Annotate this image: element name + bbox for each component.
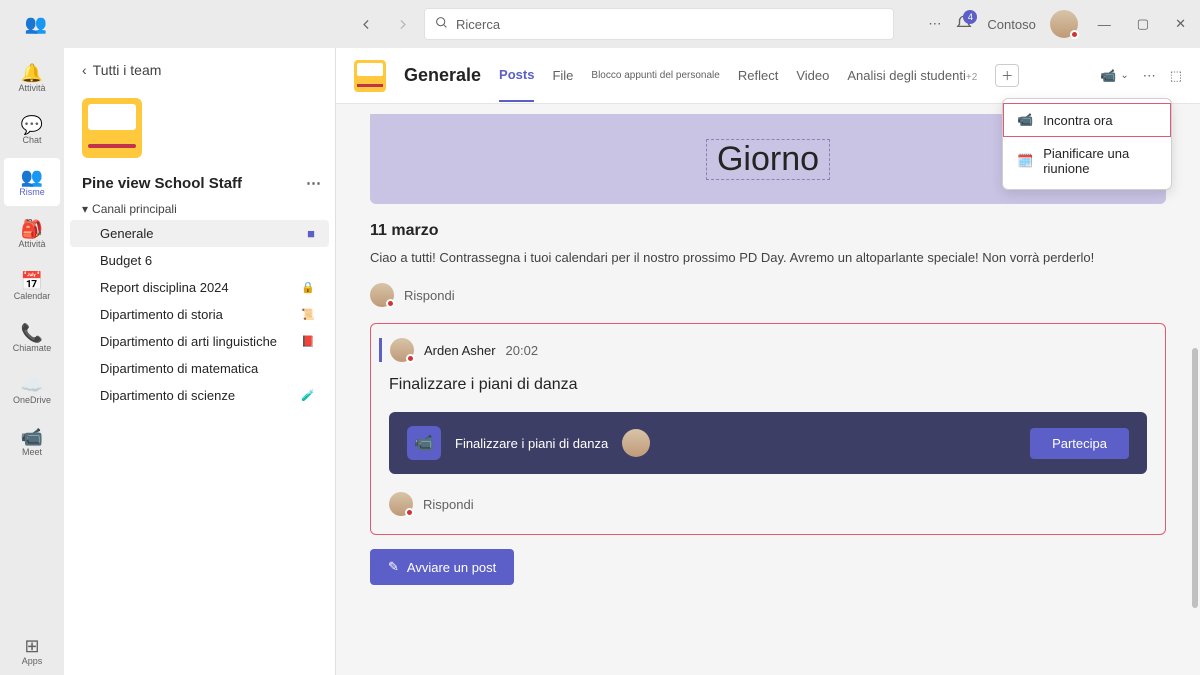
reply-button[interactable]: Rispondi <box>370 279 1166 311</box>
emoji-icon: 📕 <box>301 335 315 348</box>
reply-button[interactable]: Rispondi <box>389 488 1147 520</box>
new-post-button[interactable]: ✎ Avviare un post <box>370 549 514 585</box>
tab-reflect[interactable]: Reflect <box>738 50 778 101</box>
channel-icon <box>354 60 386 92</box>
scrollbar[interactable] <box>1192 348 1198 608</box>
channel-more-icon[interactable]: ⋯ <box>1143 68 1156 84</box>
reply-avatar <box>389 492 413 516</box>
more-icon[interactable]: ⋯ <box>928 16 941 32</box>
back-to-teams[interactable]: ‹ Tutti i team <box>64 48 335 92</box>
user-avatar[interactable] <box>1050 10 1078 38</box>
open-panel-icon[interactable]: ⬚ <box>1170 68 1182 84</box>
rail-onedrive[interactable]: ☁️OneDrive <box>4 366 60 414</box>
rail-apps[interactable]: ⊞Apps <box>4 627 60 675</box>
channel-matematica[interactable]: Dipartimento di matematica <box>70 355 329 382</box>
notification-count: 4 <box>963 10 977 24</box>
team-more-icon[interactable]: ⋯ <box>306 174 321 192</box>
channel-linguistiche[interactable]: Dipartimento di arti linguistiche📕 <box>70 328 329 355</box>
rail-meet[interactable]: 📹Meet <box>4 418 60 466</box>
emoji-icon: 🧪 <box>301 389 315 402</box>
team-avatar[interactable] <box>82 98 142 158</box>
chevron-left-icon: ‹ <box>82 62 87 78</box>
add-tab-icon[interactable]: ＋ <box>995 64 1019 87</box>
schedule-meeting-item[interactable]: 🗓️ Pianificare una riunione <box>1003 137 1171 185</box>
channel-report[interactable]: Report disciplina 2024🔒 <box>70 274 329 301</box>
caret-down-icon: ▾ <box>82 202 88 216</box>
channels-section[interactable]: ▾ Canali principali <box>64 198 335 220</box>
window-maximize[interactable]: ▢ <box>1131 10 1155 38</box>
channel-scienze[interactable]: Dipartimento di scienze🧪 <box>70 382 329 409</box>
rail-assignments[interactable]: 🎒Attività <box>4 210 60 258</box>
bell-icon: 🔔 <box>21 64 43 82</box>
channel-title: Generale <box>404 65 481 86</box>
search-input[interactable]: Ricerca <box>424 8 894 40</box>
post-2-thread: Arden Asher 20:02 Finalizzare i piani di… <box>370 323 1166 535</box>
phone-icon: 📞 <box>21 324 43 342</box>
search-placeholder: Ricerca <box>456 17 500 32</box>
search-icon <box>435 16 448 32</box>
meet-dropdown: 📹 Incontra ora 🗓️ Pianificare una riunio… <box>1002 98 1172 190</box>
activity-bell-icon[interactable]: 4 <box>955 14 973 35</box>
lock-icon: 🔒 <box>301 281 315 294</box>
people-icon: 👥 <box>21 168 43 186</box>
join-button[interactable]: Partecipa <box>1030 428 1129 459</box>
rail-calendar[interactable]: 📅Calendar <box>4 262 60 310</box>
video-icon: 📹 <box>1100 68 1116 84</box>
emoji-icon: 📜 <box>301 308 315 321</box>
author-avatar <box>390 338 414 362</box>
video-icon: 📹 <box>407 426 441 460</box>
nav-forward[interactable] <box>388 10 416 38</box>
post-title: Finalizzare i piani di danza <box>389 376 1147 394</box>
team-name: Pine view School Staff <box>82 175 242 192</box>
teams-logo-icon: 👥 <box>25 14 47 35</box>
bag-icon: 🎒 <box>21 220 43 238</box>
nav-back[interactable] <box>352 10 380 38</box>
video-icon: 📹 <box>21 428 43 446</box>
channel-budget[interactable]: Budget 6 <box>70 247 329 274</box>
video-icon: 📹 <box>1017 112 1033 128</box>
post-time: 20:02 <box>506 343 539 358</box>
meet-now-item[interactable]: 📹 Incontra ora <box>1003 103 1171 137</box>
tab-insights[interactable]: Analisi degli studenti+2 <box>847 50 977 101</box>
tab-video[interactable]: Video <box>796 50 829 101</box>
calendar-icon: 📅 <box>21 272 43 290</box>
reply-avatar <box>370 283 394 307</box>
post-date: 11 marzo <box>370 222 1166 240</box>
rail-calls[interactable]: 📞Chiamate <box>4 314 60 362</box>
tab-file[interactable]: File <box>552 50 573 101</box>
window-close[interactable]: ✕ <box>1169 10 1192 38</box>
tab-posts[interactable]: Posts <box>499 49 534 102</box>
chat-icon: 💬 <box>21 116 43 134</box>
compose-icon: ✎ <box>388 559 399 575</box>
channel-storia[interactable]: Dipartimento di storia📜 <box>70 301 329 328</box>
channel-generale[interactable]: Generale■ <box>70 220 329 247</box>
author-name: Arden Asher <box>424 343 496 358</box>
chevron-down-icon: ⌄ <box>1120 70 1128 81</box>
tab-notebook[interactable]: Blocco appunti del personale <box>591 52 719 99</box>
meeting-card[interactable]: 📹 Finalizzare i piani di danza Partecipa <box>389 412 1147 474</box>
post-1: 11 marzo Ciao a tutti! Contrassegna i tu… <box>370 222 1166 311</box>
meeting-active-icon: ■ <box>307 226 315 241</box>
calendar-plus-icon: 🗓️ <box>1017 153 1033 169</box>
post-body: Ciao a tutti! Contrassegna i tuoi calend… <box>370 250 1166 265</box>
cloud-icon: ☁️ <box>21 376 43 394</box>
meeting-title: Finalizzare i piani di danza <box>455 436 608 451</box>
rail-chat[interactable]: 💬Chat <box>4 106 60 154</box>
rail-activity[interactable]: 🔔Attività <box>4 54 60 102</box>
window-minimize[interactable]: — <box>1092 11 1117 38</box>
participant-avatar <box>622 429 650 457</box>
apps-icon: ⊞ <box>24 637 39 655</box>
org-name[interactable]: Contoso <box>987 17 1035 32</box>
rail-teams[interactable]: 👥Risme <box>4 158 60 206</box>
meet-button[interactable]: 📹⌄ <box>1100 68 1129 84</box>
